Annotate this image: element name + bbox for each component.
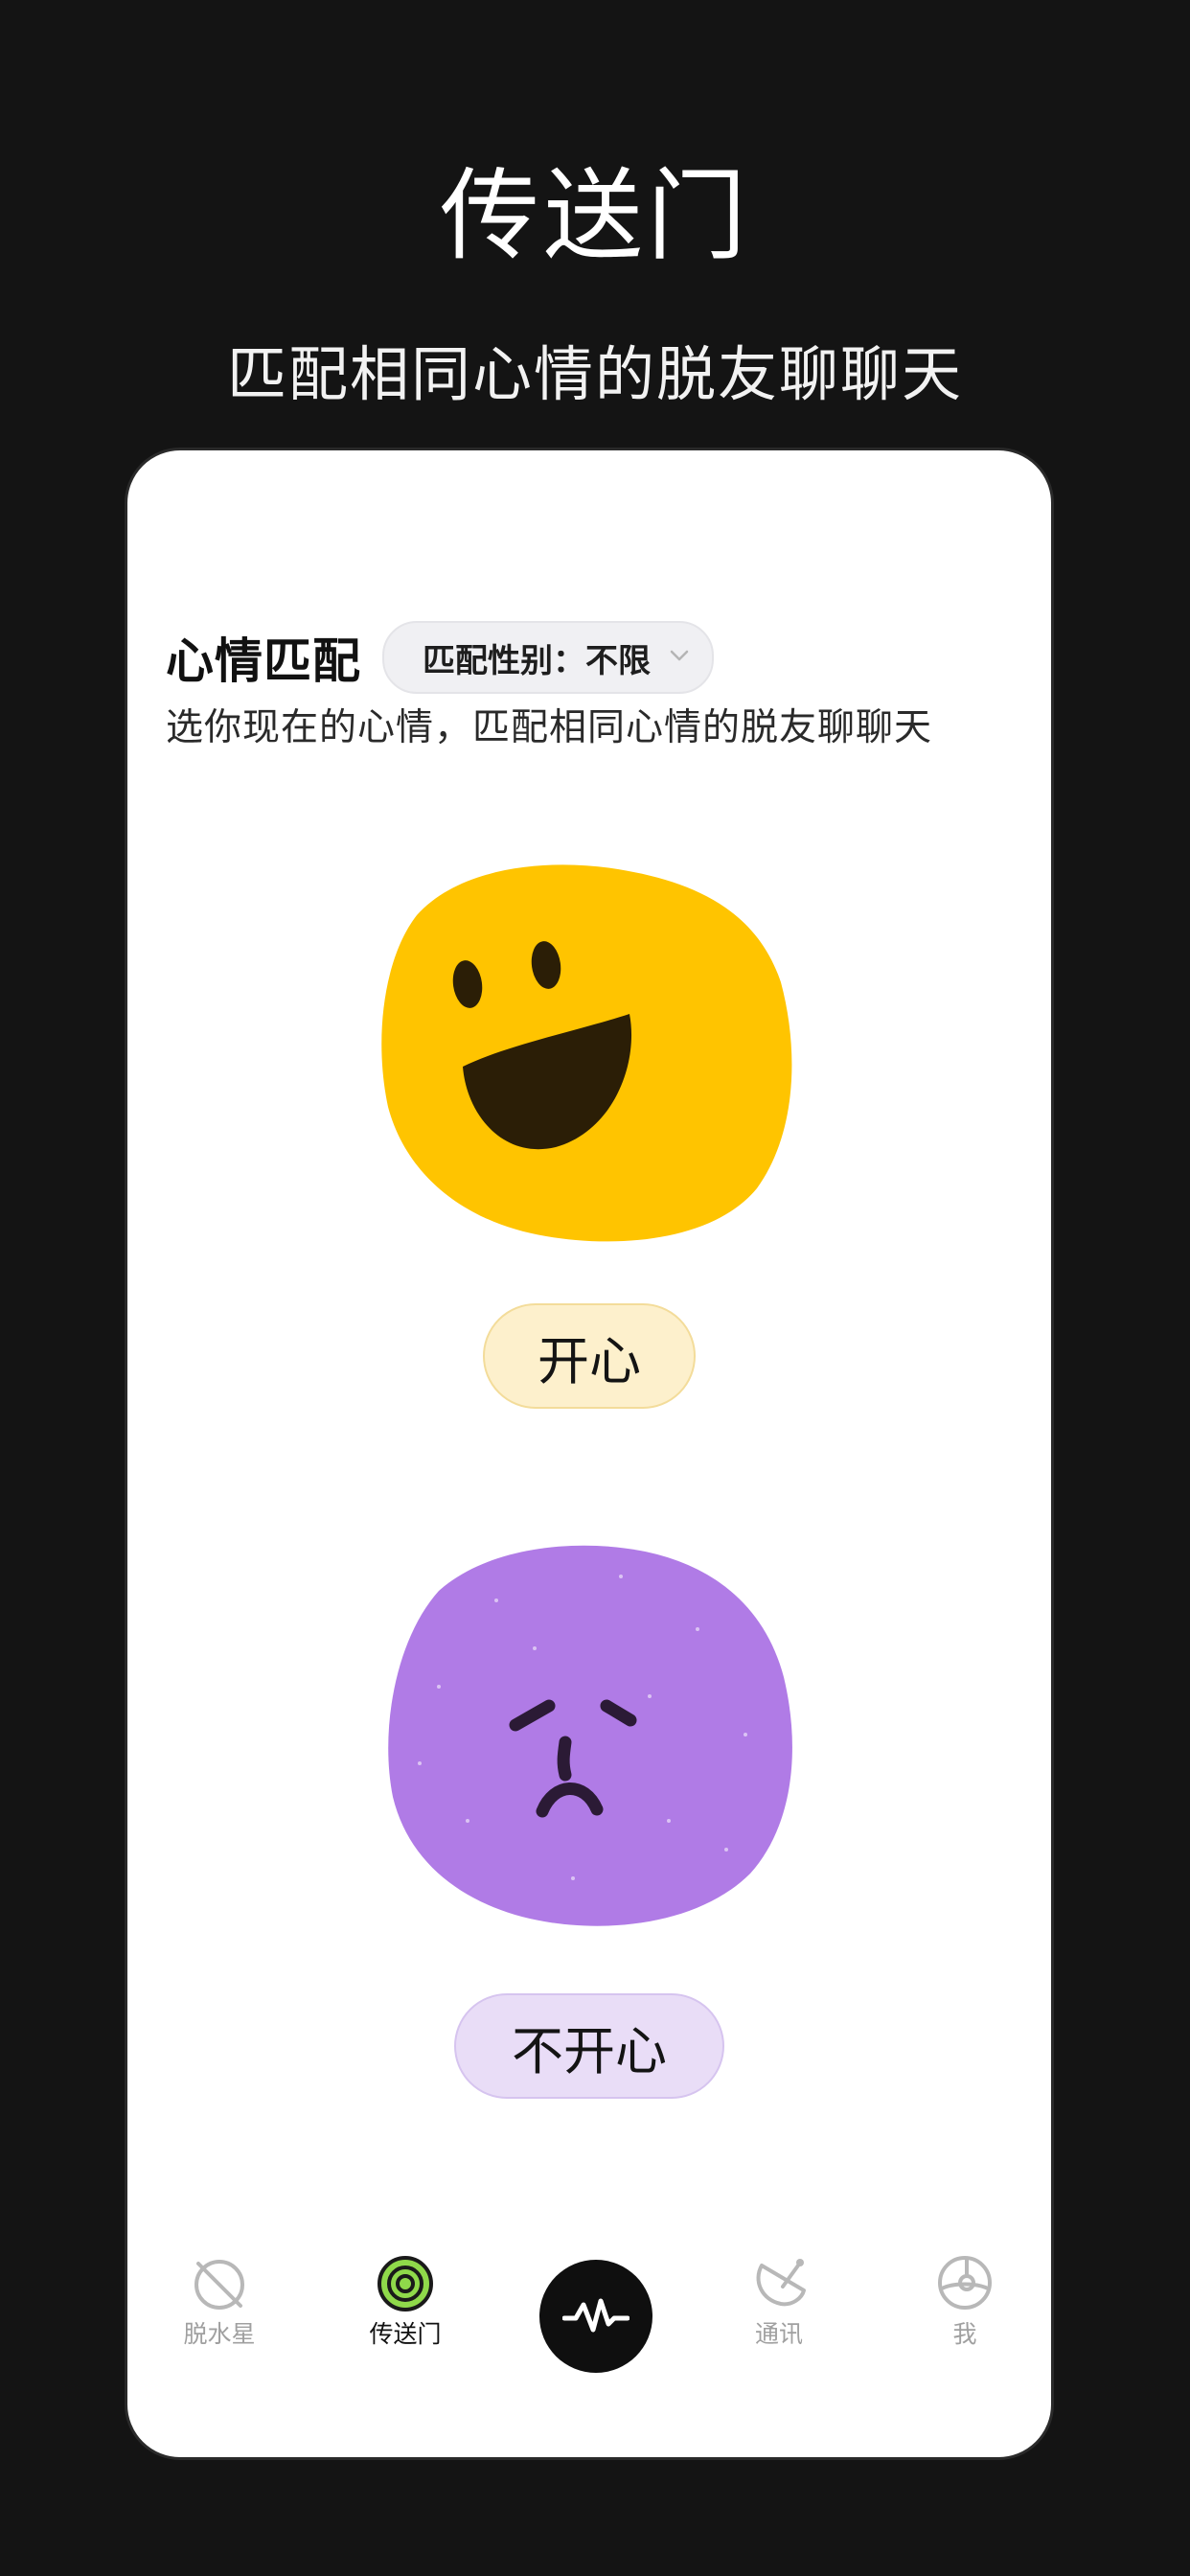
promo-subtitle: 匹配相同心情的脱友聊聊天 <box>226 339 963 409</box>
astronaut-helmet-icon <box>938 2256 992 2310</box>
tab-label: 我 <box>952 2320 977 2348</box>
phone-screen: 心情匹配 匹配性别：不限 选你现在的心情，匹配相同心情的脱友聊聊天 开心 不开心 <box>125 448 1054 2460</box>
tab-chuansongmen[interactable]: 传送门 <box>329 2252 482 2350</box>
satellite-dish-icon <box>756 2259 806 2307</box>
happy-face-icon[interactable] <box>378 848 800 1251</box>
tab-label: 脱水星 <box>183 2320 256 2348</box>
mood-happy-button[interactable]: 开心 <box>483 1303 696 1409</box>
tab-me[interactable]: 我 <box>888 2252 1041 2350</box>
section-description: 选你现在的心情，匹配相同心情的脱友聊聊天 <box>166 706 933 749</box>
gender-filter-label: 匹配性别：不限 <box>423 641 651 680</box>
section-title: 心情匹配 <box>166 633 361 689</box>
pulse-wave-icon <box>562 2298 629 2333</box>
chevron-down-icon <box>670 650 689 661</box>
gender-filter-dropdown[interactable]: 匹配性别：不限 <box>382 621 714 694</box>
portal-swirl-icon <box>378 2256 433 2312</box>
tab-label: 通讯 <box>754 2320 803 2348</box>
tab-tongxun[interactable]: 通讯 <box>702 2252 856 2350</box>
center-pulse-button[interactable] <box>539 2260 652 2373</box>
tab-label: 传送门 <box>369 2320 442 2348</box>
header-row: 心情匹配 匹配性别：不限 <box>166 621 714 694</box>
bottom-tab-bar: 脱水星 传送门 通讯 我 <box>127 2252 1051 2396</box>
mood-sad-button[interactable]: 不开心 <box>454 1993 724 2099</box>
promo-title: 传送门 <box>439 157 750 274</box>
tab-tuoshuixing[interactable]: 脱水星 <box>143 2252 296 2350</box>
planet-icon <box>195 2260 244 2310</box>
sad-face-icon[interactable] <box>381 1533 803 1936</box>
